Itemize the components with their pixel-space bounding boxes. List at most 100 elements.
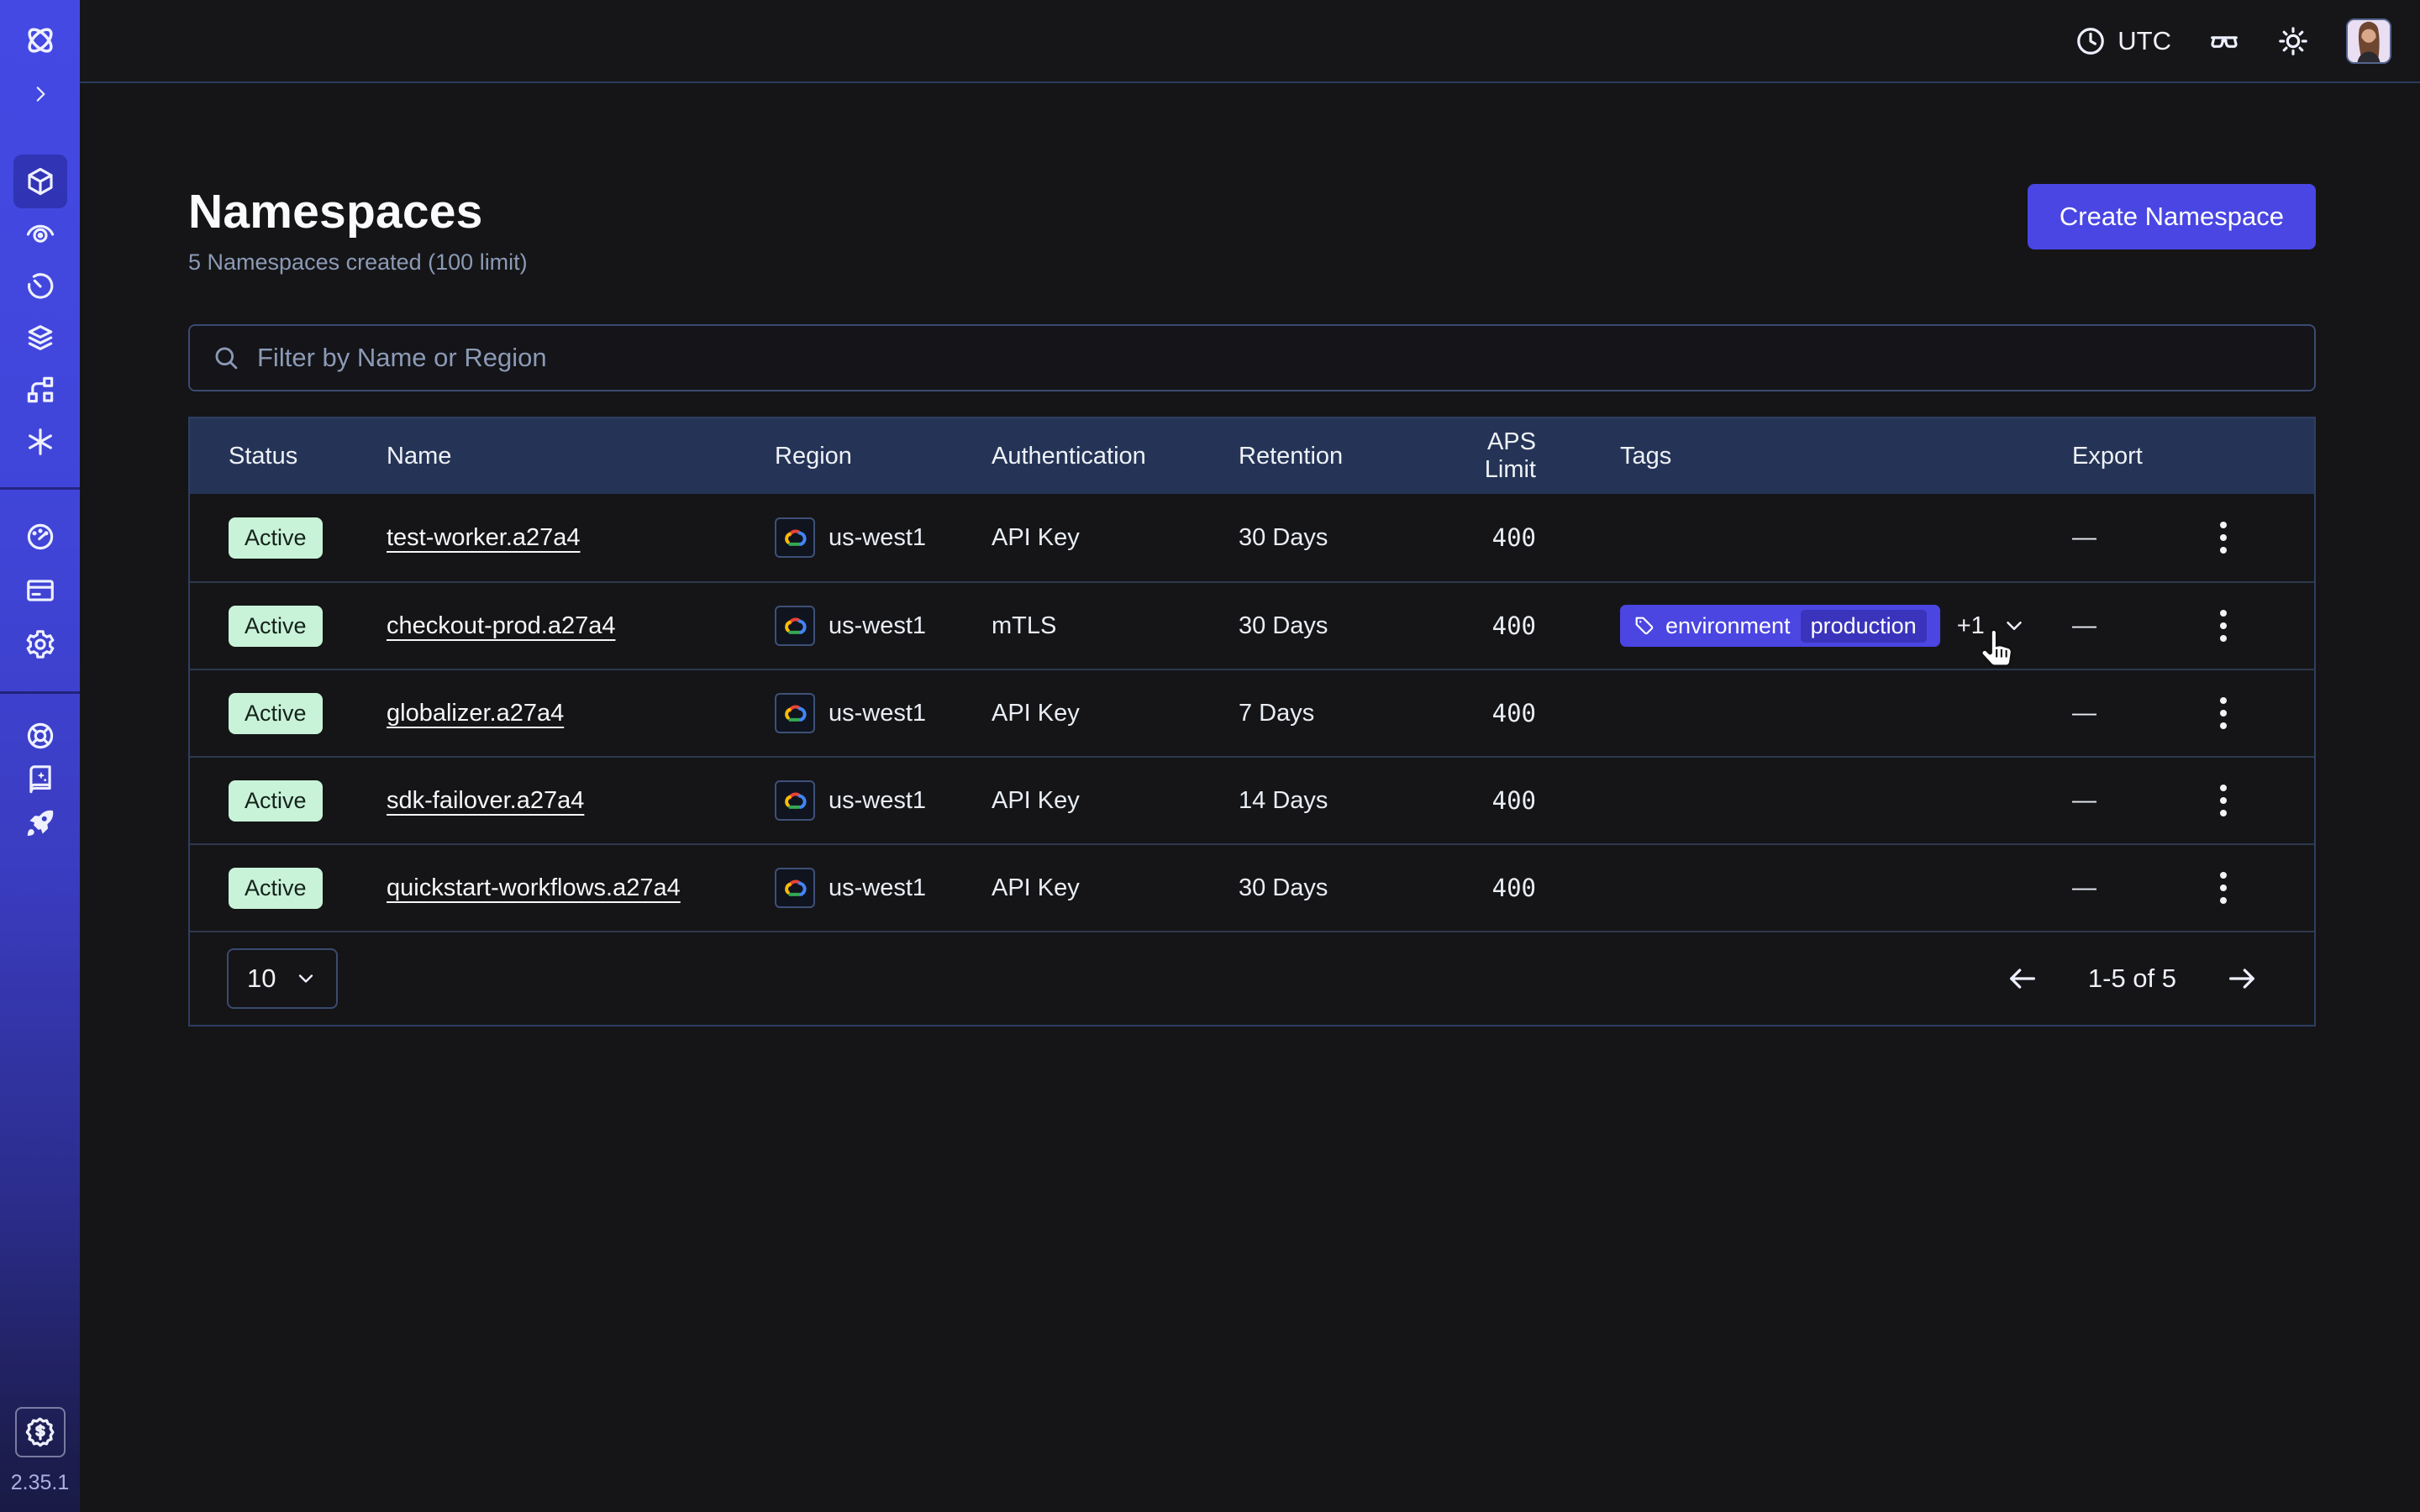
sidebar-item-timer-icon[interactable]	[13, 259, 67, 312]
page-subtitle: 5 Namespaces created (100 limit)	[188, 249, 528, 276]
sidebar-divider	[0, 691, 80, 694]
lifebuoy-icon	[24, 720, 56, 752]
column-header-tags: Tags	[1536, 443, 2018, 470]
export-value: —	[2018, 874, 2153, 902]
namespace-link[interactable]: test-worker.a27a4	[387, 524, 581, 551]
retention-value: 30 Days	[1239, 874, 1430, 902]
export-value: —	[2018, 700, 2153, 727]
region-label: us-west1	[829, 524, 926, 552]
clock-icon	[2075, 25, 2107, 57]
app-version: 2.35.1	[11, 1471, 70, 1495]
gcp-cloud-icon	[775, 517, 815, 558]
tag-pill[interactable]: environment production	[1620, 605, 1940, 647]
asterisk-icon	[24, 426, 56, 458]
namespaces-table: StatusNameRegionAuthenticationRetentionA…	[188, 417, 2316, 1026]
namespace-link[interactable]: globalizer.a27a4	[387, 700, 564, 727]
sidebar-item-branch-nodes-icon[interactable]	[13, 363, 67, 417]
credits-button[interactable]	[15, 1407, 66, 1457]
timer-icon	[24, 270, 56, 302]
sidebar-item-layers-icon[interactable]	[13, 311, 67, 365]
glasses-icon[interactable]	[2208, 25, 2240, 57]
sidebar-expand-button[interactable]	[13, 76, 67, 113]
cube-icon	[24, 165, 56, 197]
gcp-cloud-icon	[775, 780, 815, 821]
user-avatar[interactable]	[2346, 18, 2391, 64]
create-namespace-button[interactable]: Create Namespace	[2028, 184, 2316, 249]
row-actions-kebab-icon[interactable]	[2208, 513, 2238, 562]
export-value: —	[2018, 612, 2153, 640]
eye-swirl-icon	[24, 218, 56, 249]
sidebar-item-gear-icon[interactable]	[13, 617, 67, 671]
sidebar-item-credit-card-icon[interactable]	[13, 564, 67, 617]
auth-method: mTLS	[992, 612, 1239, 640]
sidebar-divider	[0, 487, 80, 490]
auth-method: API Key	[992, 524, 1239, 552]
dollar-badge-icon	[24, 1415, 57, 1449]
sidebar-item-cube-icon[interactable]	[13, 155, 67, 208]
filter-input[interactable]	[257, 343, 2292, 373]
column-header-authentication: Authentication	[992, 443, 1239, 470]
gcp-cloud-icon	[775, 693, 815, 733]
region-label: us-west1	[829, 874, 926, 902]
export-value: —	[2018, 524, 2153, 552]
page-size-value: 10	[247, 963, 276, 994]
aps-limit-value: 400	[1430, 786, 1536, 815]
aps-limit-value: 400	[1430, 523, 1536, 552]
gcp-cloud-icon	[775, 868, 815, 908]
chevron-down-icon	[294, 967, 318, 990]
row-actions-kebab-icon[interactable]	[2208, 601, 2238, 650]
tag-icon	[1634, 615, 1655, 637]
sidebar-item-asterisk-icon[interactable]	[13, 415, 67, 469]
table-header-row: StatusNameRegionAuthenticationRetentionA…	[190, 418, 2314, 494]
table-row: Active quickstart-workflows.a27a4 us-wes…	[190, 843, 2314, 931]
retention-value: 30 Days	[1239, 612, 1430, 640]
auth-method: API Key	[992, 874, 1239, 902]
table-row: Active sdk-failover.a27a4 us-west1 API K…	[190, 756, 2314, 843]
tag-value: production	[1801, 610, 1927, 643]
row-actions-kebab-icon[interactable]	[2208, 864, 2238, 912]
pagination-bar: 10 1-5 of 5	[190, 931, 2314, 1025]
auth-method: API Key	[992, 700, 1239, 727]
table-row: Active test-worker.a27a4 us-west1 API Ke…	[190, 494, 2314, 581]
theme-sun-icon[interactable]	[2277, 25, 2309, 57]
branch-nodes-icon	[24, 374, 56, 406]
credit-card-icon	[24, 575, 56, 606]
page-size-select[interactable]: 10	[227, 948, 338, 1009]
namespace-link[interactable]: sdk-failover.a27a4	[387, 787, 584, 814]
tags-more-count: +1	[1957, 612, 1985, 640]
region-label: us-west1	[829, 787, 926, 815]
namespace-link[interactable]: quickstart-workflows.a27a4	[387, 874, 681, 901]
gcp-cloud-icon	[775, 606, 815, 646]
sidebar-item-gauge-icon[interactable]	[13, 510, 67, 564]
aps-limit-value: 400	[1430, 874, 1536, 902]
region-label: us-west1	[829, 612, 926, 640]
book-sparkles-icon	[24, 764, 56, 795]
retention-value: 7 Days	[1239, 700, 1430, 727]
column-header-aps-limit: APS Limit	[1430, 428, 1536, 484]
retention-value: 30 Days	[1239, 524, 1430, 552]
status-badge: Active	[229, 780, 323, 822]
row-actions-kebab-icon[interactable]	[2208, 776, 2238, 825]
column-header-export: Export	[2018, 443, 2153, 470]
sidebar-item-book-sparkles-icon[interactable]	[13, 758, 67, 801]
sidebar-item-rocket-icon[interactable]	[13, 801, 67, 845]
sidebar: 2.35.1	[0, 0, 80, 1512]
timezone-selector[interactable]: UTC	[2075, 25, 2171, 57]
timezone-label: UTC	[2118, 26, 2171, 56]
sidebar-item-lifebuoy-icon[interactable]	[13, 714, 67, 758]
temporal-logo-icon[interactable]	[13, 13, 67, 67]
previous-page-arrow-icon[interactable]	[2006, 962, 2039, 995]
sidebar-item-eye-swirl-icon[interactable]	[13, 207, 67, 260]
search-icon	[212, 344, 240, 372]
table-row: Active globalizer.a27a4 us-west1 API Key…	[190, 669, 2314, 756]
gauge-icon	[24, 521, 56, 553]
status-badge: Active	[229, 868, 323, 909]
aps-limit-value: 400	[1430, 699, 1536, 727]
filter-bar[interactable]	[188, 324, 2316, 391]
tag-key: environment	[1665, 613, 1791, 639]
main-content: Namespaces 5 Namespaces created (100 lim…	[80, 85, 2420, 1512]
namespace-link[interactable]: checkout-prod.a27a4	[387, 612, 615, 639]
column-header-status: Status	[229, 443, 387, 470]
next-page-arrow-icon[interactable]	[2225, 962, 2259, 995]
row-actions-kebab-icon[interactable]	[2208, 689, 2238, 738]
